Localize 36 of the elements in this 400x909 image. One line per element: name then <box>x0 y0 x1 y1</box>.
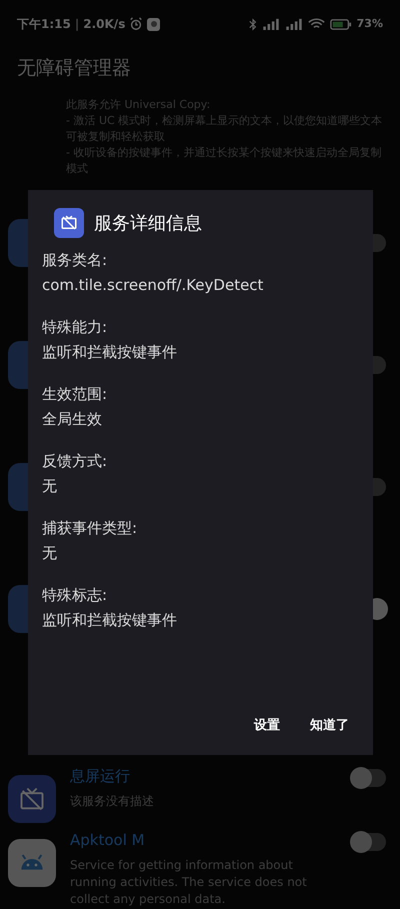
field-label: 特殊能力: <box>42 317 108 337</box>
screen-off-app-icon <box>8 775 56 823</box>
service-name: 息屏运行 <box>70 766 131 787</box>
signal-icon <box>262 18 280 30</box>
field-label: 特殊标志: <box>42 585 108 605</box>
status-separator: | <box>74 16 80 33</box>
field-label: 捕获事件类型: <box>42 518 138 538</box>
field-value: 监听和拦截按键事件 <box>42 610 178 630</box>
wifi-icon <box>308 18 325 30</box>
toggle-switch[interactable] <box>352 769 386 787</box>
dialog-button[interactable]: 知道了 <box>300 710 359 741</box>
field-value: 监听和拦截按键事件 <box>42 342 178 362</box>
field-label: 生效范围: <box>42 384 108 404</box>
screen-off-icon <box>60 214 78 232</box>
service-description: Service for getting information about running activities. The service does not collect any personal data. <box>70 857 308 908</box>
field-label: 服务类名: <box>42 250 108 270</box>
toggle-switch[interactable] <box>352 833 386 851</box>
dialog-title: 服务详细信息 <box>94 212 202 236</box>
network-speed: 2.0K/s <box>83 16 126 33</box>
bluetooth-icon <box>248 18 257 30</box>
field-value: 无 <box>42 476 58 496</box>
field-value: 全局生效 <box>42 409 103 429</box>
dialog-button[interactable]: 设置 <box>244 710 290 741</box>
battery-icon <box>330 18 352 30</box>
app-title: 无障碍管理器 <box>16 56 132 81</box>
field-label: 反馈方式: <box>42 451 108 471</box>
battery-percent: 73% <box>356 16 383 32</box>
signal-icon <box>284 18 303 30</box>
service-description: 该服务没有描述 <box>70 793 155 810</box>
status-time: 下午1:15 <box>17 16 71 33</box>
alarm-icon <box>129 17 144 31</box>
field-value: 无 <box>42 543 58 563</box>
service-name: Apktool M <box>70 830 146 851</box>
android-app-icon <box>8 839 56 887</box>
notification-icon <box>147 18 160 30</box>
field-value: com.tile.screenoff/.KeyDetect <box>42 275 264 295</box>
